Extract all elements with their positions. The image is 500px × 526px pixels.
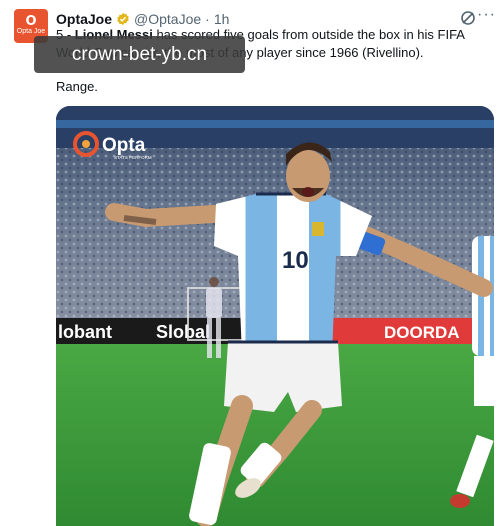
opta-logo-text: Opta (102, 135, 146, 156)
board-right-text: DOORDA (384, 323, 460, 342)
messi-celebration-image: Opta STATS PERFORM lobant Slobal DOORDA (56, 106, 494, 526)
grok-icon[interactable] (460, 10, 476, 26)
author-handle[interactable]: @OptaJoe (134, 11, 201, 27)
jersey-number: 10 (282, 247, 309, 274)
opta-logo-sub: STATS PERFORM (114, 155, 152, 160)
board-left-text: lobant (58, 322, 112, 342)
separator-dot: · (205, 11, 210, 27)
avatar-caption: Opta Joe (16, 28, 46, 35)
avatar-letter: O (25, 14, 37, 29)
more-icon[interactable]: ··· (477, 6, 496, 24)
verified-badge-icon (116, 12, 130, 26)
author-name[interactable]: OptaJoe (56, 11, 112, 27)
tweet-text-extra: Range. (56, 79, 98, 94)
tweet-photo[interactable]: Opta STATS PERFORM lobant Slobal DOORDA (56, 106, 494, 526)
watermark-overlay: crown-bet-yb.cn (34, 36, 245, 73)
tweet-time[interactable]: 1h (214, 11, 230, 27)
